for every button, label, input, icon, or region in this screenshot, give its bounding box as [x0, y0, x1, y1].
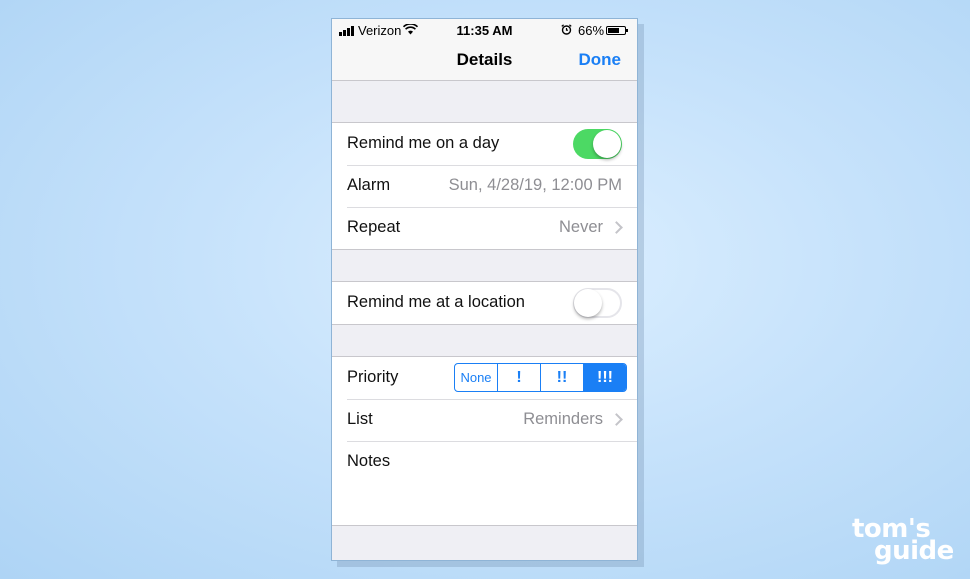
location-group: Remind me at a location — [332, 281, 637, 325]
alarm-value: Sun, 4/28/19, 12:00 PM — [448, 176, 622, 194]
details-group: Priority None ! !! !!! List Reminders No… — [332, 356, 637, 526]
remind-day-toggle[interactable] — [573, 129, 622, 159]
repeat-value: Never — [558, 218, 603, 236]
priority-none-segment[interactable]: None — [455, 364, 497, 391]
priority-segmented-control: None ! !! !!! — [454, 363, 627, 392]
remind-day-label: Remind me on a day — [347, 134, 500, 152]
priority-label: Priority — [347, 368, 399, 386]
repeat-label: Repeat — [347, 218, 401, 236]
done-button[interactable]: Done — [579, 50, 622, 70]
notes-label: Notes — [347, 452, 391, 470]
remind-day-row: Remind me on a day — [332, 123, 637, 165]
battery-fill — [608, 28, 619, 33]
notes-field[interactable]: Notes — [332, 441, 637, 525]
priority-high-segment[interactable]: !!! — [583, 364, 626, 391]
battery-percent: 66% — [578, 23, 605, 38]
list-label: List — [347, 410, 373, 428]
toms-guide-logo: tom's guide — [852, 516, 954, 566]
navigation-bar: Details Done — [332, 41, 637, 81]
logo-line-2: guide — [874, 536, 954, 566]
remind-location-row: Remind me at a location — [332, 282, 637, 324]
remind-location-label: Remind me at a location — [347, 293, 525, 311]
remind-location-toggle[interactable] — [573, 288, 622, 318]
priority-low-segment[interactable]: ! — [497, 364, 540, 391]
alarm-label: Alarm — [347, 176, 391, 194]
chevron-right-icon — [610, 413, 623, 426]
priority-row: Priority None ! !! !!! — [332, 357, 637, 399]
schedule-group: Remind me on a day Alarm Sun, 4/28/19, 1… — [332, 122, 637, 250]
phone-screen: Verizon 11:35 AM 66% Details Done Remind… — [331, 18, 638, 561]
chevron-right-icon — [610, 221, 623, 234]
alarm-row[interactable]: Alarm Sun, 4/28/19, 12:00 PM — [332, 165, 637, 207]
priority-medium-segment[interactable]: !! — [540, 364, 583, 391]
status-bar: Verizon 11:35 AM 66% — [332, 19, 637, 41]
list-value: Reminders — [523, 410, 603, 428]
list-row[interactable]: List Reminders — [332, 399, 637, 441]
repeat-row[interactable]: Repeat Never — [332, 207, 637, 249]
alarm-clock-icon — [561, 24, 572, 35]
battery-icon — [606, 26, 628, 35]
